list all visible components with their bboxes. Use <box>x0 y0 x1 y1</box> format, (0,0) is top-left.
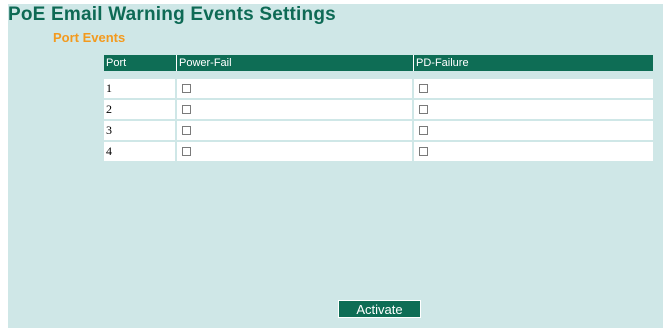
power-fail-cell <box>177 142 412 161</box>
port-number: 3 <box>104 121 175 140</box>
power-fail-checkbox[interactable] <box>182 84 191 93</box>
pd-failure-checkbox[interactable] <box>419 147 428 156</box>
power-fail-checkbox[interactable] <box>182 126 191 135</box>
power-fail-cell <box>177 100 412 119</box>
table-body: 1 2 3 4 <box>104 79 653 163</box>
content-panel <box>8 4 663 328</box>
header-port: Port <box>104 55 177 71</box>
pd-failure-cell <box>414 121 653 140</box>
power-fail-checkbox[interactable] <box>182 147 191 156</box>
power-fail-cell <box>177 121 412 140</box>
activate-button[interactable]: Activate <box>338 300 421 318</box>
pd-failure-cell <box>414 100 653 119</box>
table-row: 4 <box>104 142 653 161</box>
pd-failure-checkbox[interactable] <box>419 105 428 114</box>
power-fail-cell <box>177 79 412 98</box>
pd-failure-cell <box>414 79 653 98</box>
table-header: Port Power-Fail PD-Failure <box>104 55 653 71</box>
pd-failure-checkbox[interactable] <box>419 84 428 93</box>
port-number: 1 <box>104 79 175 98</box>
table-row: 3 <box>104 121 653 140</box>
section-title: Port Events <box>53 30 126 45</box>
port-number: 4 <box>104 142 175 161</box>
table-row: 2 <box>104 100 653 119</box>
page-title: PoE Email Warning Events Settings <box>8 4 336 25</box>
header-pd-failure: PD-Failure <box>416 57 469 69</box>
header-power-fail: Power-Fail <box>177 55 414 71</box>
pd-failure-checkbox[interactable] <box>419 126 428 135</box>
power-fail-checkbox[interactable] <box>182 105 191 114</box>
pd-failure-cell <box>414 142 653 161</box>
port-number: 2 <box>104 100 175 119</box>
table-row: 1 <box>104 79 653 98</box>
